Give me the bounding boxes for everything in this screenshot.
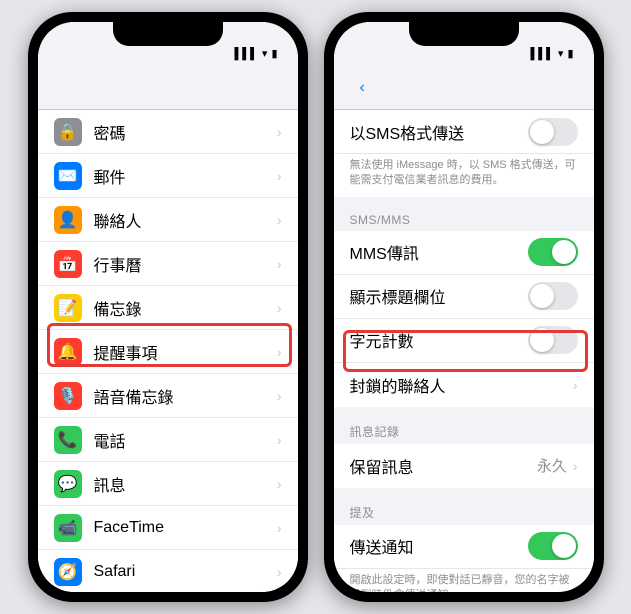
- item-label: 傳送通知: [350, 534, 528, 558]
- item-icon: 🎙️: [54, 382, 82, 410]
- list-item[interactable]: 📞 電話 ›: [38, 418, 298, 462]
- item-icon: 🔔: [54, 338, 82, 366]
- item-label: 保留訊息: [350, 454, 537, 478]
- list-item[interactable]: 🎙️ 語音備忘錄 ›: [38, 374, 298, 418]
- list-item[interactable]: 以SMS格式傳送: [334, 110, 594, 154]
- item-label: 顯示標題欄位: [350, 284, 528, 308]
- list-item[interactable]: 📅 行事曆 ›: [38, 242, 298, 286]
- settings-list-left[interactable]: 🔒 密碼 › ✉️ 郵件 › 👤 聯絡人 › 📅 行事曆 › 📝 備忘錄 › 🔔…: [38, 110, 298, 592]
- item-label: 行事曆: [94, 252, 277, 276]
- description-text: 開啟此設定時，即使對話已靜音，您的名字被提到時仍會傳送通知。: [334, 569, 594, 592]
- chevron-icon: ›: [277, 520, 282, 536]
- item-label: 密碼: [94, 120, 277, 144]
- list-item[interactable]: 📝 備忘錄 ›: [38, 286, 298, 330]
- item-label: 語音備忘錄: [94, 384, 277, 408]
- chevron-icon: ›: [573, 458, 578, 474]
- item-icon: 📹: [54, 514, 82, 542]
- item-icon: 📝: [54, 294, 82, 322]
- notch-right: [409, 22, 519, 46]
- nav-bar-right: ‹: [334, 66, 594, 110]
- chevron-icon: ›: [277, 300, 282, 316]
- chevron-icon: ›: [277, 212, 282, 228]
- item-label: 以SMS格式傳送: [350, 120, 528, 144]
- item-label: FaceTime: [94, 519, 277, 537]
- list-item[interactable]: 👤 聯絡人 ›: [38, 198, 298, 242]
- item-label: MMS傳訊: [350, 240, 528, 264]
- list-item[interactable]: 📹 FaceTime ›: [38, 506, 298, 550]
- toggle-switch[interactable]: [528, 238, 578, 266]
- list-item[interactable]: 🔔 提醒事項 ›: [38, 330, 298, 374]
- item-icon: 📅: [54, 250, 82, 278]
- item-label: 聯絡人: [94, 208, 277, 232]
- list-item[interactable]: 封鎖的聯絡人 ›: [334, 363, 594, 407]
- signal-icon-r: ▌▌▌: [531, 48, 554, 60]
- toggle-switch[interactable]: [528, 326, 578, 354]
- right-phone: ▌▌▌ ▾ ▮ ‹ 以SMS格式傳送 無法使用 iMessage 時，以 SMS…: [324, 12, 604, 602]
- toggle-switch[interactable]: [528, 118, 578, 146]
- nav-bar-left: [38, 66, 298, 110]
- item-label: 封鎖的聯絡人: [350, 373, 573, 397]
- item-label: Safari: [94, 563, 277, 581]
- item-label: 提醒事項: [94, 340, 277, 364]
- list-item[interactable]: 顯示標題欄位: [334, 275, 594, 319]
- status-icons-left: ▌▌▌ ▾ ▮: [235, 47, 278, 60]
- chevron-icon: ›: [277, 124, 282, 140]
- item-icon: 🧭: [54, 558, 82, 586]
- item-label: 訊息: [94, 472, 277, 496]
- section-header: SMS/MMS: [334, 205, 594, 231]
- item-icon: ✉️: [54, 162, 82, 190]
- item-label: 電話: [94, 428, 277, 452]
- battery-icon: ▮: [271, 47, 277, 60]
- battery-icon-r: ▮: [567, 47, 573, 60]
- list-item[interactable]: ✉️ 郵件 ›: [38, 154, 298, 198]
- list-item[interactable]: 傳送通知: [334, 525, 594, 569]
- chevron-icon: ›: [277, 168, 282, 184]
- chevron-left-icon: ‹: [360, 79, 365, 97]
- wifi-icon: ▾: [262, 47, 268, 60]
- signal-icon: ▌▌▌: [235, 48, 258, 60]
- chevron-icon: ›: [277, 388, 282, 404]
- item-label: 郵件: [94, 164, 277, 188]
- list-item[interactable]: 🧭 Safari ›: [38, 550, 298, 592]
- section-header: 訊息記錄: [334, 415, 594, 444]
- chevron-icon: ›: [277, 256, 282, 272]
- chevron-icon: ›: [277, 476, 282, 492]
- item-icon: 👤: [54, 206, 82, 234]
- list-item[interactable]: MMS傳訊: [334, 231, 594, 275]
- item-label: 字元計數: [350, 328, 528, 352]
- back-button[interactable]: ‹: [360, 79, 367, 97]
- settings-list-right[interactable]: 以SMS格式傳送 無法使用 iMessage 時，以 SMS 格式傳送，可能需支…: [334, 110, 594, 592]
- list-item[interactable]: 🔒 密碼 ›: [38, 110, 298, 154]
- description-text: 無法使用 iMessage 時，以 SMS 格式傳送，可能需支付電信業者訊息的費…: [334, 154, 594, 197]
- item-icon: 💬: [54, 470, 82, 498]
- item-icon: 📞: [54, 426, 82, 454]
- chevron-icon: ›: [277, 564, 282, 580]
- wifi-icon-r: ▾: [558, 47, 564, 60]
- chevron-icon: ›: [573, 377, 578, 393]
- toggle-switch[interactable]: [528, 532, 578, 560]
- item-label: 備忘錄: [94, 296, 277, 320]
- section-header: 提及: [334, 496, 594, 525]
- chevron-icon: ›: [277, 344, 282, 360]
- list-item[interactable]: 保留訊息 永久 ›: [334, 444, 594, 488]
- chevron-icon: ›: [277, 432, 282, 448]
- left-phone: ▌▌▌ ▾ ▮ 🔒 密碼 › ✉️ 郵件 › 👤 聯絡人 › 📅 行事曆 › 📝…: [28, 12, 308, 602]
- list-item[interactable]: 字元計數: [334, 319, 594, 363]
- list-item[interactable]: 💬 訊息 ›: [38, 462, 298, 506]
- item-icon: 🔒: [54, 118, 82, 146]
- status-icons-right: ▌▌▌ ▾ ▮: [531, 47, 574, 60]
- item-value: 永久: [537, 455, 567, 476]
- toggle-switch[interactable]: [528, 282, 578, 310]
- notch-left: [113, 22, 223, 46]
